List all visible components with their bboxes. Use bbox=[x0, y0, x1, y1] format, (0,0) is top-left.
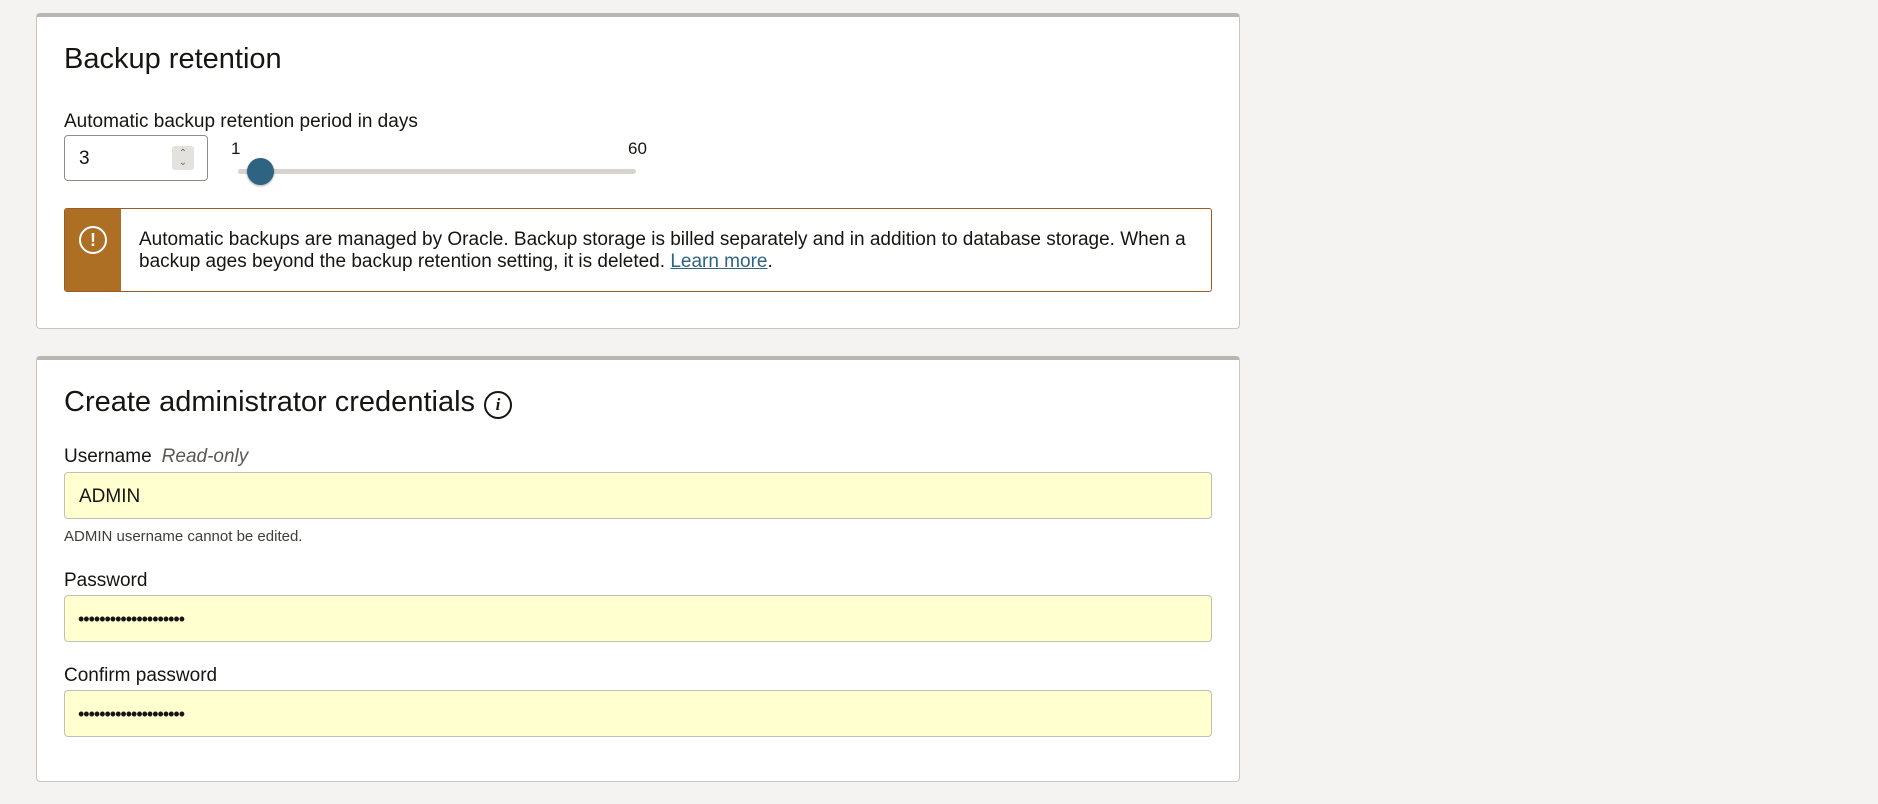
chevron-up-down-icon[interactable]: ⌃ ⌄ bbox=[172, 146, 194, 170]
warning-banner: ! Automatic backups are managed by Oracl… bbox=[64, 208, 1212, 292]
exclamation-circle-icon: ! bbox=[79, 226, 107, 254]
warning-stripe: ! bbox=[65, 209, 121, 291]
readonly-tag: Read-only bbox=[161, 446, 249, 467]
retention-slider-thumb[interactable] bbox=[247, 158, 275, 185]
username-field[interactable]: ADMIN bbox=[64, 472, 1212, 519]
slider-max-label: 60 bbox=[628, 139, 647, 158]
username-label-text: Username bbox=[64, 446, 152, 467]
password-value: •••••••••••••••••••• bbox=[78, 609, 185, 629]
password-label: Password bbox=[64, 570, 148, 591]
retention-period-label: Automatic backup retention period in day… bbox=[64, 111, 418, 132]
section-title: Backup retention bbox=[64, 43, 282, 75]
retention-slider-track[interactable] bbox=[238, 169, 636, 174]
slider-min-label: 1 bbox=[231, 139, 241, 158]
learn-more-link[interactable]: Learn more bbox=[670, 251, 767, 272]
warning-text: Automatic backups are managed by Oracle.… bbox=[139, 229, 1186, 272]
admin-credentials-section: Create administrator credentials i Usern… bbox=[36, 356, 1240, 782]
section-title: Create administrator credentials bbox=[64, 386, 476, 418]
username-value: ADMIN bbox=[79, 486, 141, 507]
username-helper-text: ADMIN username cannot be edited. bbox=[64, 528, 303, 545]
retention-period-input[interactable]: 3 ⌃ ⌄ bbox=[64, 135, 208, 181]
retention-period-value: 3 bbox=[79, 148, 90, 169]
warning-message: Automatic backups are managed by Oracle.… bbox=[139, 229, 1191, 273]
confirm-password-label: Confirm password bbox=[64, 665, 218, 686]
chevron-down-icon[interactable]: ⌄ bbox=[179, 158, 187, 168]
backup-retention-section: Backup retention Automatic backup retent… bbox=[36, 13, 1240, 329]
confirm-password-field[interactable]: •••••••••••••••••••• bbox=[64, 690, 1212, 737]
username-label: Username Read-only bbox=[64, 446, 248, 468]
password-field[interactable]: •••••••••••••••••••• bbox=[64, 595, 1212, 642]
warning-suffix: . bbox=[767, 251, 773, 272]
info-icon[interactable]: i bbox=[484, 391, 512, 419]
confirm-password-value: •••••••••••••••••••• bbox=[78, 704, 185, 724]
